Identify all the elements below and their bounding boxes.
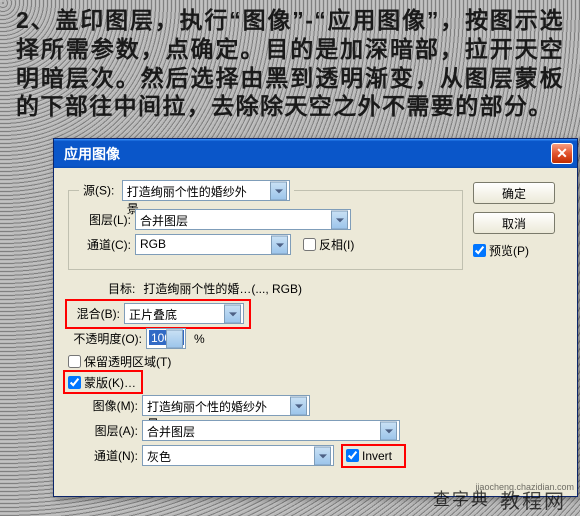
title-bar: 应用图像 ✕ xyxy=(54,139,577,168)
mask-channel-label: 通道(N): xyxy=(86,447,138,464)
blend-label: 混合(B): xyxy=(68,305,120,322)
preview-checkbox[interactable] xyxy=(473,244,486,257)
opacity-unit: % xyxy=(194,332,205,346)
close-button[interactable]: ✕ xyxy=(551,143,573,164)
image-label: 图像(M): xyxy=(86,397,138,414)
source-group: 源(S): 打造绚丽个性的婚纱外景… 图层(L): 合并图层 xyxy=(68,180,463,270)
invert2-checkbox[interactable] xyxy=(346,449,359,462)
source-select[interactable] xyxy=(122,180,290,201)
apply-image-dialog: 应用图像 ✕ 源(S): 打造绚丽个性的婚纱外景… 图层(L): xyxy=(53,138,578,497)
channel-label: 通道(C): xyxy=(79,236,131,253)
mask-checkbox[interactable] xyxy=(68,376,81,389)
invert2-label: Invert xyxy=(362,449,392,463)
watermark-url: jiaocheng.chazidian.com xyxy=(475,482,574,492)
preserve-transparency-checkbox[interactable] xyxy=(68,355,81,368)
dialog-body: 源(S): 打造绚丽个性的婚纱外景… 图层(L): 合并图层 xyxy=(54,168,577,496)
opacity-input[interactable] xyxy=(146,328,186,349)
right-column: 确定 取消 预览(P) xyxy=(473,180,563,470)
mask-layer-select[interactable] xyxy=(142,420,400,441)
target-label: 目标: xyxy=(108,280,135,297)
preview-label: 预览(P) xyxy=(489,242,529,259)
mask-layer-label: 图层(A): xyxy=(86,422,138,439)
instruction-text: 2、盖印图层，执行“图像”-“应用图像”，按图示选择所需参数，点确定。目的是加深… xyxy=(0,0,580,121)
ok-button[interactable]: 确定 xyxy=(473,182,555,204)
opacity-label: 不透明度(O): xyxy=(68,330,142,347)
mask-channel-select[interactable] xyxy=(142,445,334,466)
layer-label: 图层(L): xyxy=(79,211,131,228)
invert-checkbox[interactable] xyxy=(303,238,316,251)
source-legend: 源(S): 打造绚丽个性的婚纱外景… xyxy=(79,180,294,201)
blend-select[interactable] xyxy=(124,303,244,324)
preserve-transparency-label: 保留透明区域(T) xyxy=(84,353,171,370)
channel-select[interactable] xyxy=(135,234,291,255)
target-value: 打造绚丽个性的婚…(..., RGB) xyxy=(143,280,302,297)
mask-label: 蒙版(K)… xyxy=(84,374,136,391)
dialog-title: 应用图像 xyxy=(64,144,551,164)
image-select[interactable] xyxy=(142,395,310,416)
close-icon: ✕ xyxy=(556,145,568,162)
left-column: 源(S): 打造绚丽个性的婚纱外景… 图层(L): 合并图层 xyxy=(68,180,473,470)
cancel-button[interactable]: 取消 xyxy=(473,212,555,234)
invert-label: 反相(I) xyxy=(319,236,354,253)
layer-select[interactable] xyxy=(135,209,351,230)
